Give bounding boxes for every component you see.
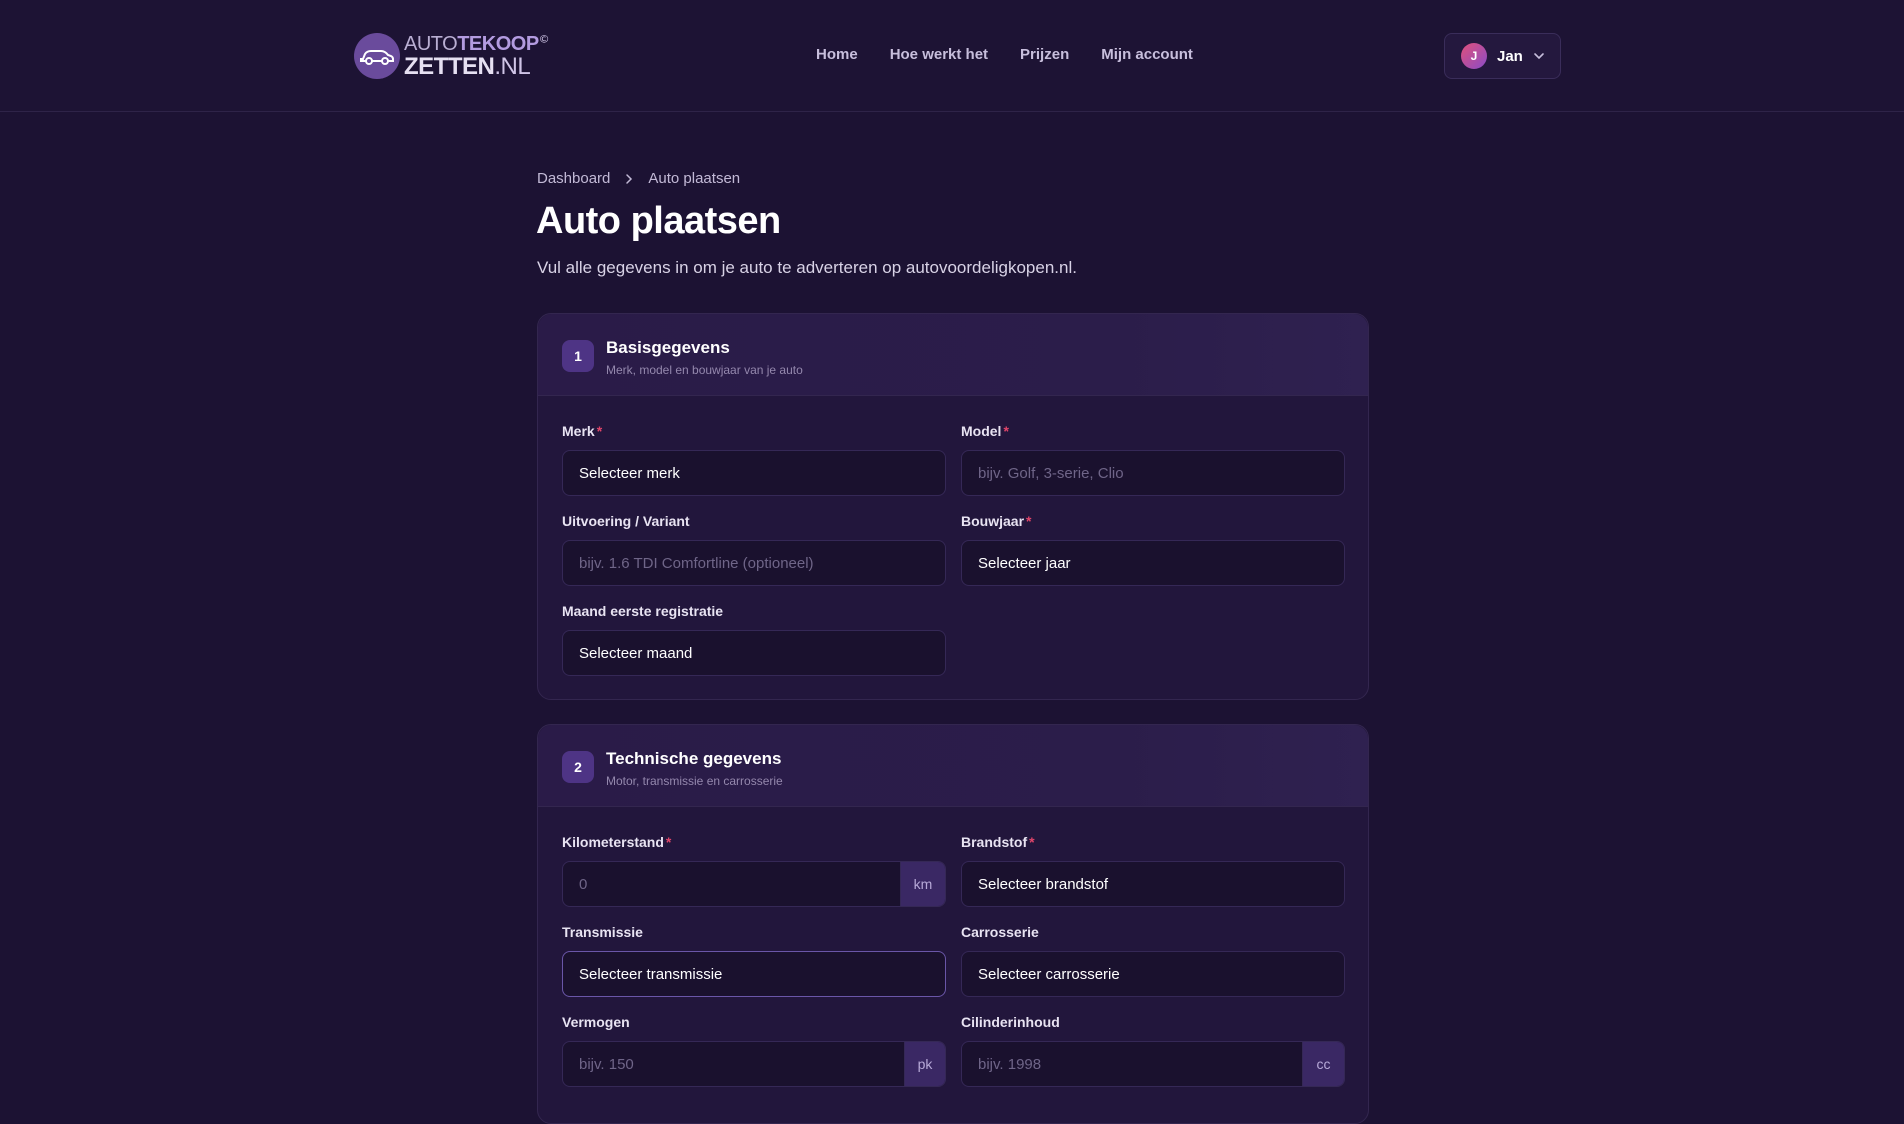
logo-text-auto: AUTO [404, 33, 458, 55]
field-uitvoering: Uitvoering / Variant bijv. 1.6 TDI Comfo… [562, 513, 946, 586]
merk-select[interactable]: Selecteer merk [562, 450, 946, 496]
chevron-right-icon [626, 173, 633, 184]
vermogen-input[interactable]: bijv. 150 pk [562, 1041, 946, 1087]
field-transmissie: Transmissie Selecteer transmissie [562, 924, 946, 997]
unit-addon: cc [1302, 1042, 1344, 1086]
section-title: Basisgegevens [606, 338, 730, 357]
field-carrosserie: Carrosserie Selecteer carrosserie [961, 924, 1345, 997]
field-cilinderinhoud: Cilinderinhoud bijv. 1998 cc [961, 1014, 1345, 1087]
kilometerstand-input[interactable]: 0 km [562, 861, 946, 907]
nav-hoe-werkt-het[interactable]: Hoe werkt het [890, 46, 988, 63]
field-label: Carrosserie [961, 924, 1039, 940]
cilinderinhoud-placeholder: bijv. 1998 [978, 1055, 1042, 1073]
uitvoering-input[interactable]: bijv. 1.6 TDI Comfortline (optioneel) [562, 540, 946, 586]
breadcrumb-current: Auto plaatsen [648, 170, 741, 187]
chevron-down-icon [1534, 53, 1544, 60]
carrosserie-select[interactable]: Selecteer carrosserie [961, 951, 1345, 997]
field-label: Vermogen [562, 1014, 630, 1030]
kilometerstand-placeholder: 0 [579, 875, 588, 893]
vermogen-placeholder: bijv. 150 [579, 1055, 634, 1073]
field-label: Bouwjaar [961, 513, 1025, 529]
page-title: Auto plaatsen [536, 200, 781, 242]
car-icon [354, 33, 400, 79]
section-header: 2 Technische gegevens Motor, transmissie… [538, 725, 1368, 807]
logo-registered-mark: © [538, 32, 550, 46]
field-label: Maand eerste registratie [562, 603, 724, 619]
field-label: Merk [562, 423, 595, 439]
field-label: Brandstof [961, 834, 1028, 850]
logo-text-tekoop: TEKOOP [457, 33, 539, 55]
field-brandstof: Brandstof * Selecteer brandstof [961, 834, 1345, 907]
field-maand: Maand eerste registratie Selecteer maand [562, 603, 946, 676]
step-number: 2 [562, 751, 594, 783]
required-marker: * [665, 834, 672, 850]
field-label: Transmissie [562, 924, 643, 940]
required-marker: * [1003, 423, 1009, 439]
field-label: Kilometerstand [562, 834, 664, 850]
breadcrumb-dashboard[interactable]: Dashboard [537, 170, 610, 187]
main-nav: Home Hoe werkt het Prijzen Mijn account [816, 46, 1193, 63]
unit-addon: pk [904, 1042, 945, 1086]
maand-select[interactable]: Selecteer maand [562, 630, 946, 676]
transmissie-select[interactable]: Selecteer transmissie [562, 951, 946, 997]
field-bouwjaar: Bouwjaar * Selecteer jaar [961, 513, 1345, 586]
section-subtitle: Motor, transmissie en carrosserie [606, 774, 783, 788]
field-label: Model [961, 423, 1002, 439]
nav-mijn-account[interactable]: Mijn account [1101, 46, 1193, 63]
required-marker: * [1026, 513, 1032, 529]
bouwjaar-select[interactable]: Selecteer jaar [961, 540, 1345, 586]
user-name: Jan [1497, 47, 1523, 65]
field-model: Model * bijv. Golf, 3-serie, Clio [961, 423, 1345, 496]
brandstof-select[interactable]: Selecteer brandstof [961, 861, 1345, 907]
field-vermogen: Vermogen bijv. 150 pk [562, 1014, 946, 1087]
model-input[interactable]: bijv. Golf, 3-serie, Clio [961, 450, 1345, 496]
field-label: Uitvoering / Variant [562, 513, 690, 529]
section-basisgegevens: 1 Basisgegevens Merk, model en bouwjaar … [537, 313, 1369, 700]
avatar: J [1461, 43, 1487, 69]
required-marker: * [596, 423, 603, 439]
section-subtitle: Merk, model en bouwjaar van je auto [606, 363, 803, 377]
site-logo[interactable]: AUTOTEKOOP© ZETTEN.NL [354, 32, 550, 80]
section-header: 1 Basisgegevens Merk, model en bouwjaar … [538, 314, 1368, 396]
logo-text-nl: .NL [494, 53, 531, 80]
field-label: Cilinderinhoud [961, 1014, 1060, 1030]
required-marker: * [1029, 834, 1035, 850]
field-merk: Merk * Selecteer merk [562, 423, 946, 496]
breadcrumb: Dashboard Auto plaatsen [537, 170, 740, 187]
unit-addon: km [900, 862, 945, 906]
user-menu-button[interactable]: J Jan [1444, 33, 1561, 79]
field-kilometerstand: Kilometerstand * 0 km [562, 834, 946, 907]
top-bar: AUTOTEKOOP© ZETTEN.NL Home Hoe werkt het… [0, 0, 1904, 112]
section-technische-gegevens: 2 Technische gegevens Motor, transmissie… [537, 724, 1369, 1124]
step-number: 1 [562, 340, 594, 372]
section-title: Technische gegevens [606, 749, 782, 768]
page-subtitle: Vul alle gegevens in om je auto te adver… [537, 258, 1077, 277]
cilinderinhoud-input[interactable]: bijv. 1998 cc [961, 1041, 1345, 1087]
nav-home[interactable]: Home [816, 46, 858, 63]
nav-prijzen[interactable]: Prijzen [1020, 46, 1069, 63]
logo-text-zetten: ZETTEN [404, 53, 495, 80]
